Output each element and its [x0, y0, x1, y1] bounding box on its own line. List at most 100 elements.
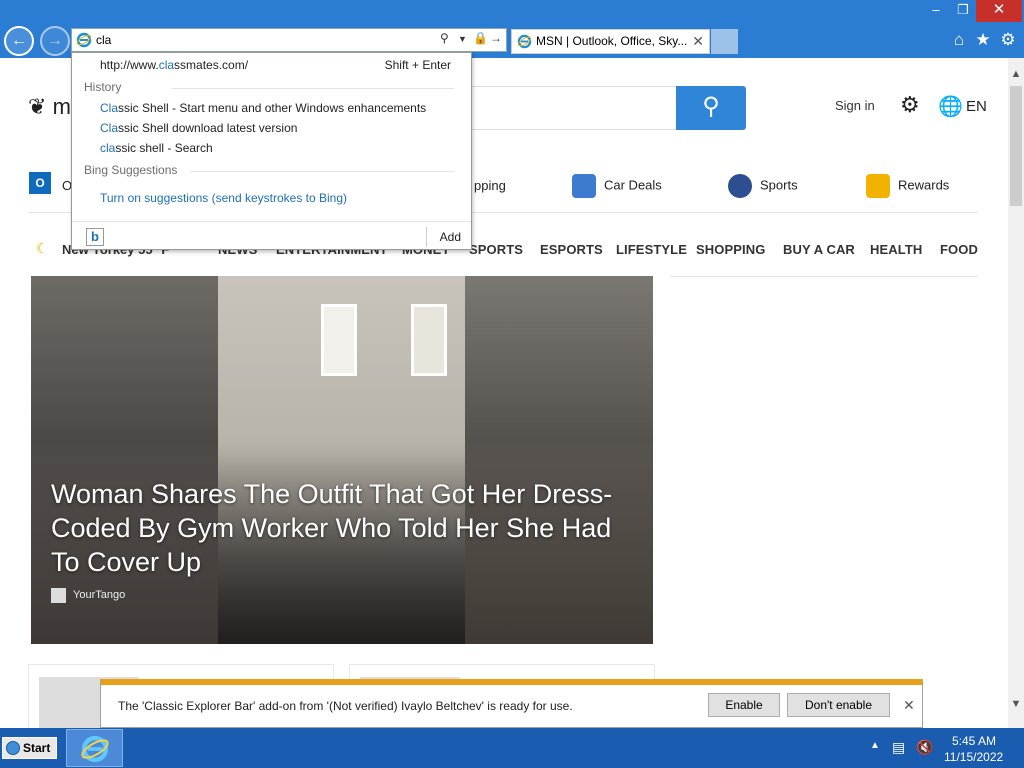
maximize-button[interactable]: ❐: [950, 0, 976, 22]
history-text: ssic Shell - Start menu and other Window…: [118, 101, 427, 115]
dropdown-icon[interactable]: ▼: [458, 34, 467, 44]
car-icon: [572, 174, 596, 198]
go-arrow-icon[interactable]: →: [490, 31, 502, 45]
show-hidden-icons[interactable]: ▲: [870, 740, 880, 751]
settings-gear-icon[interactable]: ⚙: [900, 92, 920, 118]
outlook-icon[interactable]: O: [29, 172, 51, 194]
category-lifestyle[interactable]: LIFESTYLE: [616, 242, 687, 257]
msn-logo[interactable]: ❦ m: [28, 94, 71, 120]
close-notification-icon[interactable]: ✕: [903, 697, 915, 714]
ie-tab-icon: [517, 34, 532, 49]
taskbar-internet-explorer[interactable]: [66, 729, 123, 767]
search-icon[interactable]: ⚲: [440, 31, 449, 45]
history-match: Cla: [100, 101, 119, 115]
shortcut-hint: Shift + Enter: [384, 58, 451, 72]
suggested-url[interactable]: http://www.classmates.com/: [100, 58, 248, 72]
url-prefix: http://www.: [100, 58, 159, 72]
favorites-star-icon[interactable]: ★: [973, 30, 993, 50]
category-esports[interactable]: ESPORTS: [540, 242, 603, 257]
language-selector[interactable]: EN: [966, 98, 987, 115]
hero-article[interactable]: Woman Shares The Outfit That Got Her Dre…: [31, 276, 653, 644]
trophy-icon: [866, 174, 890, 198]
url-suffix: ssmates.com/: [174, 58, 249, 72]
category-sports[interactable]: SPORTS: [469, 242, 523, 257]
quicklink-car-deals[interactable]: Car Deals: [572, 174, 662, 198]
history-item[interactable]: classic shell - Search: [100, 141, 213, 155]
network-icon[interactable]: ▤: [892, 739, 905, 756]
addon-notification-bar: The 'Classic Explorer Bar' add-on from '…: [100, 679, 923, 728]
start-label: Start: [23, 741, 51, 755]
divider: [190, 171, 454, 172]
tab-title: MSN | Outlook, Office, Sky...: [536, 34, 688, 48]
scroll-up-icon[interactable]: ▲: [1008, 68, 1024, 80]
history-item[interactable]: Classic Shell download latest version: [100, 121, 297, 135]
bing-icon[interactable]: b: [86, 228, 104, 246]
logo-text: m: [52, 94, 71, 119]
footer-divider: [72, 221, 471, 222]
butterfly-icon: ❦: [28, 94, 47, 119]
home-icon[interactable]: ⌂: [949, 30, 969, 50]
sports-ball-icon: [728, 174, 752, 198]
quicklink-label: Rewards: [898, 177, 950, 193]
lock-icon[interactable]: 🔒: [473, 31, 488, 45]
hero-image-window: [321, 304, 357, 376]
browser-chrome: – ❐ ✕ ← → ⚲ ▼ 🔒 → MSN | Outlook, Office,…: [0, 0, 1024, 58]
taskbar: Start ▲ ▤ 🔇 5:45 AM 11/15/2022: [0, 728, 1024, 768]
quicklink-label: Sports: [760, 177, 798, 193]
divider: [426, 227, 427, 247]
tools-gear-icon[interactable]: ⚙: [998, 30, 1018, 50]
hero-title[interactable]: Woman Shares The Outfit That Got Her Dre…: [51, 477, 641, 579]
start-button[interactable]: Start: [2, 737, 57, 759]
new-tab-button[interactable]: [711, 29, 738, 54]
search-icon: ⚲: [702, 93, 720, 120]
close-tab-icon[interactable]: ✕: [692, 30, 704, 53]
sign-in-link[interactable]: Sign in: [835, 98, 875, 113]
enable-button[interactable]: Enable: [708, 693, 780, 717]
back-arrow-icon: ←: [11, 32, 27, 49]
category-buy-a-car[interactable]: BUY A CAR: [783, 242, 855, 257]
history-text: ssic shell - Search: [115, 141, 213, 155]
forward-arrow-icon: →: [47, 32, 63, 49]
notification-text: The 'Classic Explorer Bar' add-on from '…: [118, 699, 573, 713]
turn-on-suggestions-link[interactable]: Turn on suggestions (send keystrokes to …: [100, 191, 347, 205]
quicklink-label: Car Deals: [604, 177, 662, 193]
volume-muted-icon[interactable]: 🔇: [916, 739, 933, 756]
minimize-button[interactable]: –: [922, 0, 950, 22]
history-item[interactable]: Classic Shell - Start menu and other Win…: [100, 101, 426, 115]
quicklink-sports[interactable]: Sports: [728, 174, 798, 198]
quicklink-label: pping: [474, 178, 506, 193]
forward-button[interactable]: →: [40, 26, 70, 56]
dont-enable-button[interactable]: Don't enable: [787, 693, 890, 717]
globe-icon[interactable]: 🌐: [938, 94, 963, 119]
history-match: cla: [100, 141, 116, 155]
clock-time[interactable]: 5:45 AM: [952, 734, 996, 748]
ie-icon: [76, 32, 92, 48]
weather-moon-icon: ☾: [36, 240, 49, 256]
quicklink-shopping[interactable]: pping: [474, 178, 506, 193]
right-rail-divider: [670, 276, 978, 277]
scroll-thumb[interactable]: [1010, 86, 1022, 206]
back-button[interactable]: ←: [4, 26, 34, 56]
history-match: Cla: [100, 121, 119, 135]
msn-search-button[interactable]: ⚲: [676, 86, 746, 130]
tab-msn[interactable]: MSN | Outlook, Office, Sky... ✕: [511, 29, 710, 54]
address-autocomplete: http://www.classmates.com/ Shift + Enter…: [71, 52, 472, 250]
category-health[interactable]: HEALTH: [870, 242, 922, 257]
bing-suggestions-heading: Bing Suggestions: [84, 163, 178, 177]
quicklink-rewards[interactable]: Rewards: [866, 174, 949, 198]
close-window-button[interactable]: ✕: [976, 0, 1022, 22]
clock-date[interactable]: 11/15/2022: [944, 750, 1003, 764]
msn-search-box[interactable]: [470, 86, 676, 130]
source-logo: [51, 588, 66, 603]
address-input[interactable]: [96, 31, 426, 49]
category-shopping[interactable]: SHOPPING: [696, 242, 765, 257]
add-provider-button[interactable]: Add: [440, 230, 461, 244]
windows-orb-icon: [6, 741, 20, 755]
url-match: cla: [158, 58, 175, 72]
vertical-scrollbar[interactable]: ▲ ▼: [1008, 58, 1024, 728]
category-food[interactable]: FOOD: [940, 242, 978, 257]
address-bar[interactable]: ⚲ ▼ 🔒 →: [71, 28, 507, 52]
hero-source: YourTango: [73, 589, 126, 601]
scroll-down-icon[interactable]: ▼: [1008, 698, 1024, 710]
divider: [172, 88, 454, 89]
